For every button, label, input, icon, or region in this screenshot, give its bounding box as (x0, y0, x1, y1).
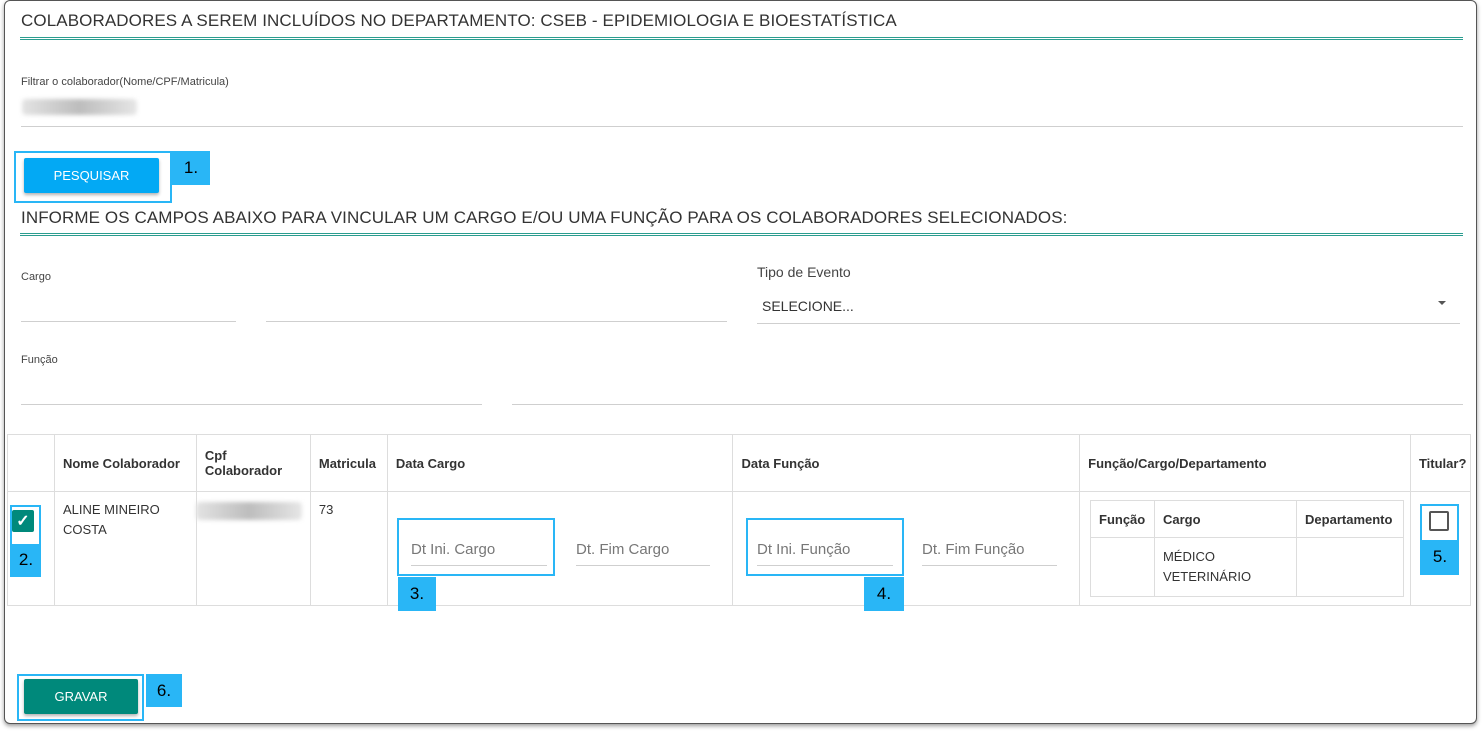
chevron-down-icon[interactable] (1438, 301, 1446, 305)
funcao-code-input[interactable] (21, 404, 482, 405)
save-button[interactable]: GRAVAR (24, 679, 138, 714)
annotation-5: 5. (1422, 540, 1458, 573)
header-data-cargo: Data Cargo (386, 434, 734, 492)
inner-header-row: Função Cargo Departamento (1090, 500, 1404, 538)
dt-ini-funcao-underline (757, 565, 893, 566)
tipo-evento-label: Tipo de Evento (757, 264, 851, 280)
header-titular: Titular? (1409, 434, 1472, 492)
dt-ini-cargo-input[interactable]: Dt Ini. Cargo (411, 541, 495, 558)
filter-input[interactable] (21, 126, 1463, 127)
dt-fim-cargo-input[interactable]: Dt. Fim Cargo (576, 541, 669, 558)
header-funcao-cargo-departamento: Função/Cargo/Departamento (1079, 434, 1411, 492)
inner-header-departamento: Departamento (1296, 500, 1404, 538)
annotation-1: 1. (172, 151, 210, 185)
inner-header-funcao: Função (1090, 500, 1155, 538)
annotation-3: 3. (398, 577, 436, 611)
table-header-row: Nome Colaborador Cpf Colaborador Matricu… (7, 434, 1472, 492)
annotation-2: 2. (12, 544, 40, 575)
dt-ini-funcao-input[interactable]: Dt Ini. Função (757, 541, 850, 558)
inner-departamento (1296, 537, 1404, 597)
main-panel (4, 0, 1477, 724)
collaborator-name: ALINE MINEIRO COSTA (62, 502, 160, 537)
header-select (7, 434, 55, 492)
cargo-description-input[interactable] (266, 321, 727, 322)
header-matricula: Matricula (309, 434, 388, 492)
inner-funcao (1090, 537, 1155, 597)
row-select-checkbox[interactable]: ✓ (12, 510, 34, 532)
dt-fim-funcao-underline (922, 565, 1057, 566)
tipo-evento-underline (757, 323, 1460, 324)
name-cell: ALINE MINEIRO COSTA (53, 491, 197, 606)
page-title: COLABORADORES A SEREM INCLUÍDOS NO DEPAR… (21, 11, 897, 30)
funcao-label: Função (21, 354, 58, 366)
annotation-4: 4. (864, 577, 904, 611)
matricula-cell: 73 (309, 491, 388, 606)
titular-checkbox[interactable] (1429, 511, 1449, 531)
inner-row: MÉDICO VETERINÁRIO (1090, 537, 1404, 597)
inner-cargo: MÉDICO VETERINÁRIO (1153, 537, 1298, 597)
funcao-cargo-departamento-table: Função Cargo Departamento MÉDICO VETERIN… (1090, 500, 1404, 597)
dt-fim-funcao-input[interactable]: Dt. Fim Função (922, 541, 1025, 558)
tipo-evento-select[interactable]: SELECIONE... (762, 298, 854, 314)
inner-header-cargo: Cargo (1153, 500, 1298, 538)
search-button[interactable]: PESQUISAR (24, 158, 159, 193)
header-nome: Nome Colaborador (53, 434, 197, 492)
header-data-funcao: Data Função (732, 434, 1081, 492)
cpf-value-redacted (196, 502, 302, 520)
dt-fim-cargo-underline (576, 565, 710, 566)
annotation-6: 6. (146, 674, 182, 707)
title-divider (20, 37, 1463, 40)
dt-ini-cargo-underline (411, 565, 547, 566)
section-divider (20, 233, 1463, 236)
section-title-link: INFORME OS CAMPOS ABAIXO PARA VINCULAR U… (21, 208, 1068, 227)
collaborator-matricula: 73 (318, 502, 334, 517)
header-cpf: Cpf Colaborador (195, 434, 311, 492)
filter-label: Filtrar o colaborador(Nome/CPF/Matricula… (21, 76, 229, 88)
cargo-label: Cargo (21, 271, 51, 283)
filter-value-redacted (22, 99, 137, 115)
cargo-code-input[interactable] (21, 321, 236, 322)
funcao-description-input[interactable] (512, 404, 1463, 405)
